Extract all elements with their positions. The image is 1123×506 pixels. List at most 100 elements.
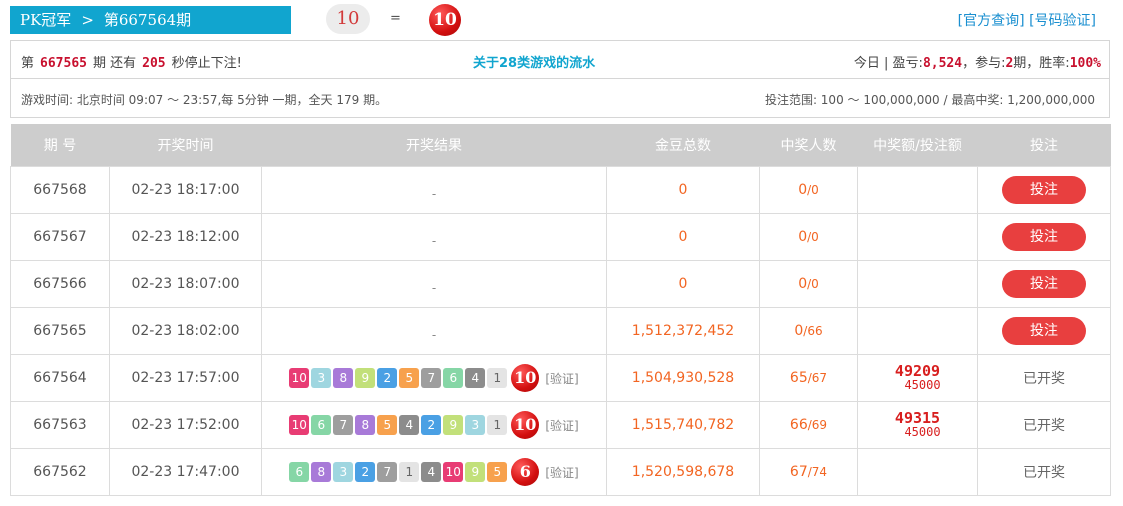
result-number-square: 8 (355, 415, 376, 435)
result-cell: 6 8 3 2 7 1 4 10 9 5 6 [验证] (261, 448, 607, 496)
game-title-tab: PK冠军 > 第667564期 (10, 6, 291, 34)
result-cell: - (261, 260, 607, 308)
verify-link[interactable]: [验证] (545, 464, 578, 481)
col-draw-time: 开奖时间 (109, 124, 262, 167)
verify-link[interactable]: [验证] (545, 370, 578, 387)
today-profit: 8,524 (922, 56, 963, 71)
result-number-square: 7 (333, 415, 354, 435)
table-row: 667568 02-23 18:17:00 - 0 0/0 投注 (10, 166, 1111, 214)
sum-value-badge: 10 (326, 4, 370, 34)
draw-time-cell: 02-23 18:12:00 (109, 213, 262, 261)
number-verify-link[interactable]: [号码验证] (1029, 13, 1096, 29)
table-row: 667565 02-23 18:02:00 - 1,512,372,452 0/66 投注 (10, 307, 1111, 355)
result-cell: 10 3 8 9 2 5 7 6 4 1 10 [验证] (261, 354, 607, 402)
winners-cell: 0/0 (759, 260, 858, 308)
result-number-square: 10 (289, 415, 310, 435)
winners-cell: 67/74 (759, 448, 858, 496)
action-cell: 已开奖 (977, 401, 1111, 449)
col-result: 开奖结果 (261, 124, 607, 167)
action-cell: 已开奖 (977, 448, 1111, 496)
result-number-square: 1 (487, 368, 508, 388)
issue-cell: 667562 (10, 448, 110, 496)
issue-cell: 667563 (10, 401, 110, 449)
winners-cell: 0/0 (759, 166, 858, 214)
result-number-square: 2 (377, 368, 398, 388)
countdown-suffix: 秒停止下注! (171, 56, 242, 71)
result-number-square: 3 (311, 368, 332, 388)
total-beans-cell: 0 (606, 260, 760, 308)
participant-count: 0 (811, 230, 819, 244)
result-number-square: 8 (333, 368, 354, 388)
ratio-cell (857, 260, 978, 308)
pending-result: - (431, 328, 437, 342)
turnover-link[interactable]: 关于28类游戏的流水 (473, 52, 595, 71)
result-number-square: 6 (311, 415, 332, 435)
countdown-mid: 期 还有 (92, 56, 137, 71)
result-number-square: 2 (421, 415, 442, 435)
total-beans-cell: 1,520,598,678 (606, 448, 760, 496)
table-body: 667568 02-23 18:17:00-0 0/0 投注 667567 02-23 1… (10, 166, 1111, 496)
draw-time-cell: 02-23 17:57:00 (109, 354, 262, 402)
game-time-info: 游戏时间: 北京时间 09:07 ～ 23:57,每 5分钟 一期，全天 179… (21, 93, 388, 107)
issue-cell: 667566 (10, 260, 110, 308)
winners-cell: 0/66 (759, 307, 858, 355)
total-beans-cell: 1,515,740,782 (606, 401, 760, 449)
issue-title: 第667564期 (103, 11, 192, 29)
result-number-square: 4 (465, 368, 486, 388)
result-number-square: 3 (333, 462, 354, 482)
total-beans-cell: 1,504,930,528 (606, 354, 760, 402)
bet-button[interactable]: 投注 (1002, 223, 1086, 251)
table-row: 667567 02-23 18:12:00 - 0 0/0 投注 (10, 213, 1111, 261)
bet-button[interactable]: 投注 (1002, 317, 1086, 345)
bet-amount: 45000 (904, 378, 941, 392)
winner-count: 66 (789, 417, 808, 433)
table-row: 667563 02-23 17:52:00 10 6 7 8 5 4 2 9 3 1 10 [验证] 1,5… (10, 401, 1111, 449)
official-query-link[interactable]: [官方查询] (958, 13, 1025, 29)
participant-count: 0 (811, 277, 819, 291)
drawn-status: 已开奖 (1023, 418, 1065, 434)
participant-count: 67 (811, 371, 828, 385)
today-stats: 今日 | 盈亏:8,524，参与:2期，胜率:100% (854, 52, 1101, 71)
status-row: 第 667565 期 还有 205 秒停止下注! 关于28类游戏的流水 今日 | 盈亏:… (10, 40, 1110, 79)
drawn-status: 已开奖 (1023, 371, 1065, 387)
table-header-row: 期 号 开奖时间 开奖结果 金豆总数 中奖人数 中奖额/投注额 投注 (10, 124, 1111, 167)
winners-cell: 65/67 (759, 354, 858, 402)
winner-count: 0 (798, 276, 808, 292)
action-cell: 投注 (977, 260, 1111, 308)
schedule-row: 游戏时间: 北京时间 09:07 ～ 23:57,每 5分钟 一期，全天 179… (10, 78, 1110, 118)
result-ball: 10 (429, 4, 461, 36)
bet-button[interactable]: 投注 (1002, 270, 1086, 298)
result-number-square: 9 (443, 415, 464, 435)
win-rate: 100% (1069, 56, 1101, 71)
action-cell: 投注 (977, 213, 1111, 261)
action-cell: 投注 (977, 166, 1111, 214)
verify-link[interactable]: [验证] (545, 417, 578, 434)
bet-button[interactable]: 投注 (1002, 176, 1086, 204)
issue-cell: 667564 (10, 354, 110, 402)
issue-cell: 667567 (10, 213, 110, 261)
total-beans-cell: 1,512,372,452 (606, 307, 760, 355)
seconds-remaining: 205 (142, 56, 166, 71)
ratio-cell (857, 213, 978, 261)
join-label: ，参与: (962, 56, 1006, 71)
result-number-square: 9 (355, 368, 376, 388)
result-number-square: 4 (421, 462, 442, 482)
next-issue-number: 667565 (40, 56, 87, 71)
col-winners: 中奖人数 (759, 124, 858, 167)
game-name: PK冠军 (20, 11, 72, 29)
result-number-square: 10 (443, 462, 464, 482)
winner-count: 0 (798, 182, 808, 198)
result-number-square: 6 (443, 368, 464, 388)
result-number-square: 1 (399, 462, 420, 482)
ratio-cell: 49209 45000 (857, 354, 978, 402)
draw-time-cell: 02-23 18:02:00 (109, 307, 262, 355)
result-number-square: 3 (465, 415, 486, 435)
result-number-square: 5 (399, 368, 420, 388)
table-row: 667564 02-23 17:57:00 10 3 8 9 2 5 7 6 4 1 10 [验证] 1,5… (10, 354, 1111, 402)
result-number-square: 10 (289, 368, 310, 388)
win-amount: 49209 (894, 362, 941, 380)
table-row: 667566 02-23 18:07:00 - 0 0/0 投注 (10, 260, 1111, 308)
result-number-square: 7 (421, 368, 442, 388)
total-beans-cell: 0 (606, 213, 760, 261)
winner-count: 67 (789, 464, 808, 480)
